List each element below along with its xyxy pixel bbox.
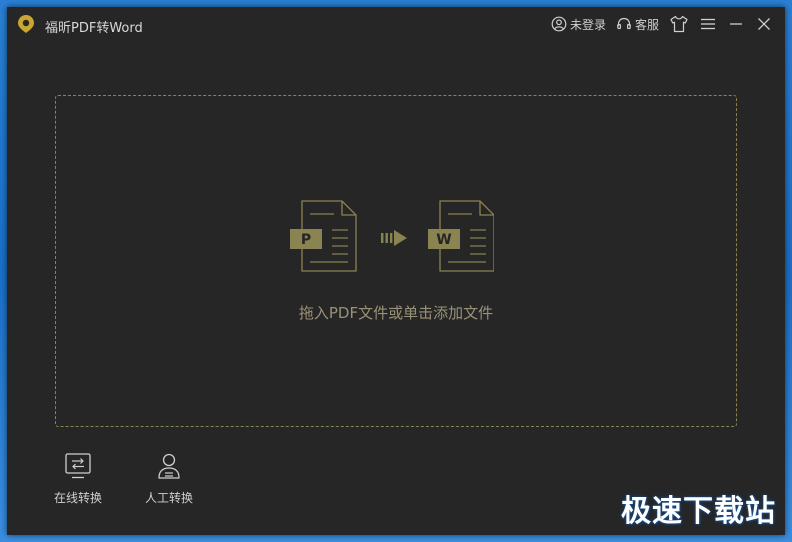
titlebar-controls: 未登录 客服 [541, 13, 773, 35]
skin-button[interactable] [669, 15, 689, 33]
online-convert-icon [65, 453, 91, 479]
title-bar[interactable]: 福昕PDF转Word 未登录 客服 [7, 7, 785, 43]
online-convert-label: 在线转换 [53, 491, 102, 505]
login-button[interactable]: 未登录 [551, 16, 606, 33]
close-button[interactable] [755, 16, 773, 32]
app-logo-icon [18, 15, 34, 33]
hamburger-menu-icon [701, 18, 715, 30]
person-service-icon [158, 453, 180, 479]
service-label: 客服 [634, 17, 659, 32]
file-drop-zone[interactable]: P W 拖入PDF文件或单击添加文件 [55, 95, 737, 427]
minimize-button[interactable] [727, 16, 745, 32]
app-title: 福昕PDF转Word [45, 21, 143, 36]
app-window: 福昕PDF转Word 未登录 客服 P W 拖入PDF文件或单击添加文件 在线转… [7, 7, 785, 535]
drop-hint-text: 拖入PDF文件或单击添加文件 [298, 304, 494, 322]
online-convert-button[interactable]: 在线转换 [43, 451, 113, 506]
menu-button[interactable] [699, 16, 717, 32]
pdf-to-word-illustration: P W [290, 200, 494, 272]
minimize-icon [730, 23, 742, 25]
tshirt-icon [670, 15, 688, 33]
customer-service-button[interactable]: 客服 [616, 16, 659, 33]
convert-arrow-icon [381, 230, 407, 246]
user-circle-icon [551, 16, 567, 32]
word-document-icon: W [428, 200, 494, 272]
close-icon [758, 18, 770, 30]
headset-icon [617, 17, 631, 30]
manual-convert-button[interactable]: 人工转换 [134, 451, 204, 506]
pdf-letter: P [301, 232, 311, 248]
watermark-text: 极速下载站 [621, 494, 776, 529]
pdf-document-icon: P [290, 200, 357, 272]
word-letter: W [436, 232, 451, 248]
login-label: 未登录 [569, 17, 606, 32]
manual-convert-label: 人工转换 [144, 491, 193, 505]
